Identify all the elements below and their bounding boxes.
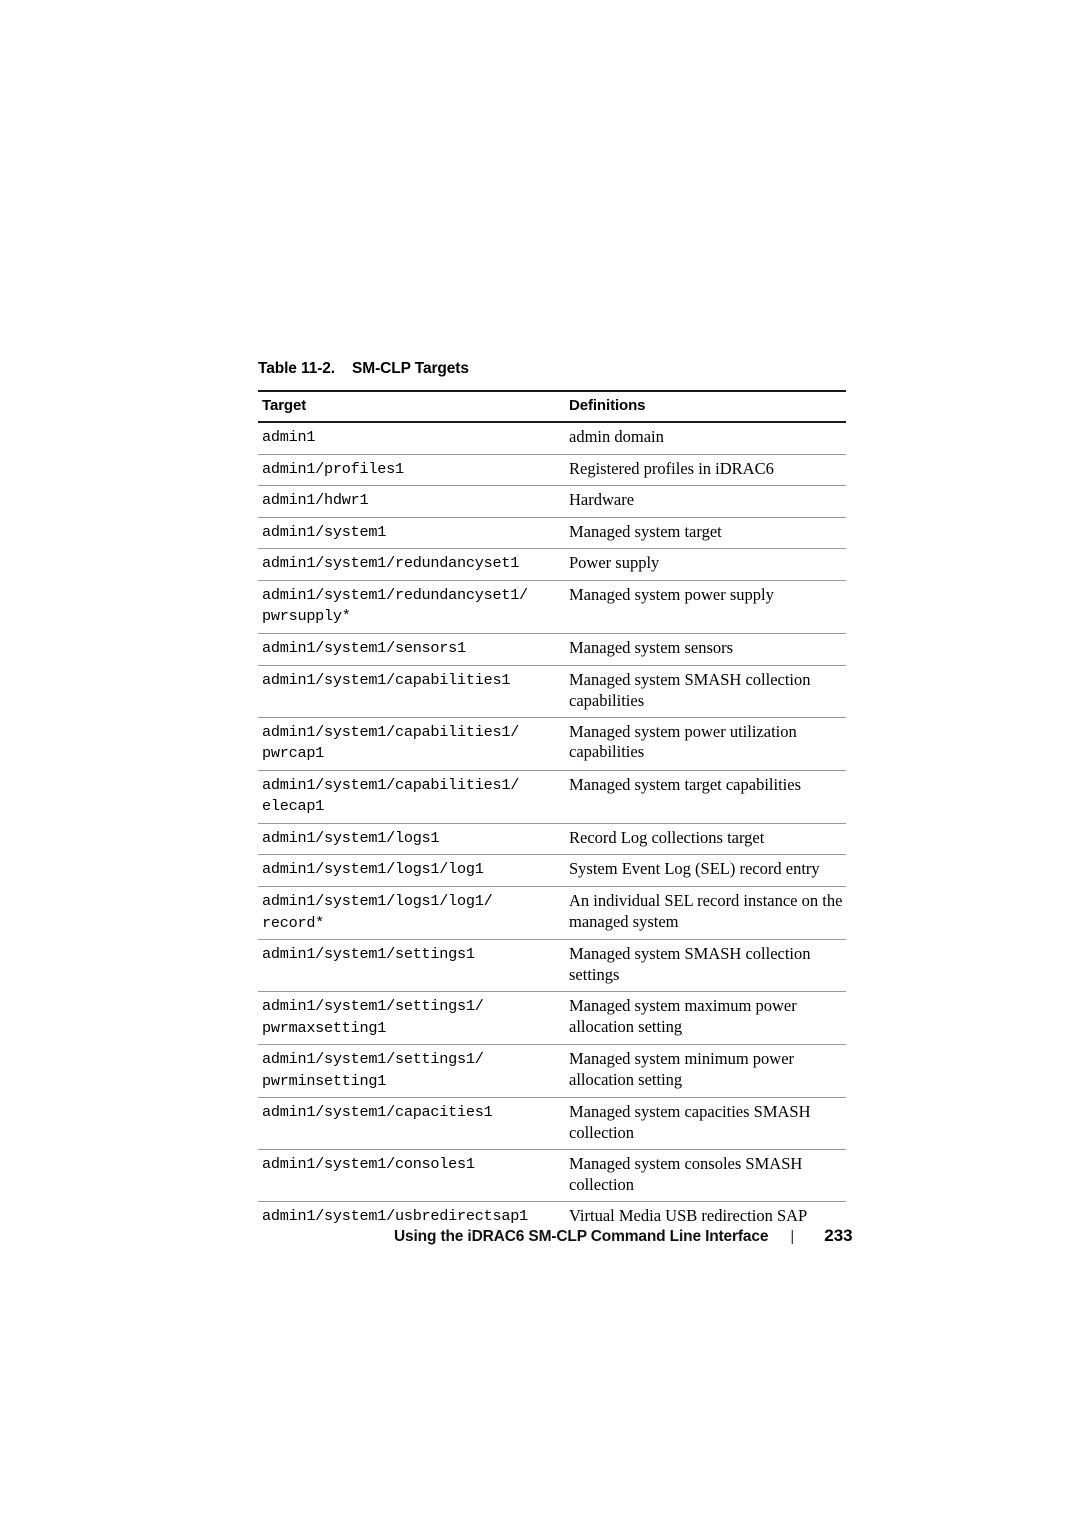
table-header: Target Definitions: [258, 390, 846, 423]
cell-definition: Managed system capacities SMASH collecti…: [565, 1097, 846, 1151]
cell-target: admin1/system1/capabilities1: [258, 665, 565, 718]
cell-target: admin1/system1/settings1/ pwrminsetting1: [258, 1044, 565, 1099]
cell-target: admin1: [258, 422, 565, 455]
cell-target: admin1/system1/redundancyset1/ pwrsupply…: [258, 580, 565, 635]
table-caption-number: Table 11-2.: [258, 360, 336, 377]
sm-clp-targets-table: Target Definitions admin1 admin domain adm…: [258, 390, 846, 1233]
table-row: admin1/system1/logs1/log1/ record* An ind…: [258, 886, 846, 941]
cell-definition: admin domain: [565, 422, 846, 455]
cell-definition: Managed system minimum power allocation …: [565, 1044, 846, 1099]
table-row: admin1/system1/settings1/ pwrmaxsetting1…: [258, 991, 846, 1046]
footer-page-number: 233: [824, 1226, 853, 1245]
cell-definition: Managed system SMASH collection settings: [565, 939, 846, 993]
table-row: admin1/profiles1 Registered profiles in i…: [258, 454, 846, 487]
cell-definition: Record Log collections target: [565, 823, 846, 856]
cell-definition: Managed system target: [565, 517, 846, 550]
column-header-definitions: Definitions: [565, 390, 846, 423]
table-row: admin1 admin domain: [258, 422, 846, 455]
table-row: admin1/system1/sensors1 Managed system se…: [258, 633, 846, 666]
cell-definition: Managed system power supply: [565, 580, 846, 635]
cell-target: admin1/system1/settings1: [258, 939, 565, 993]
cell-definition: Registered profiles in iDRAC6: [565, 454, 846, 487]
cell-definition: Managed system sensors: [565, 633, 846, 666]
cell-target: admin1/system1/logs1/log1: [258, 854, 565, 887]
table-caption: Table 11-2. SM-CLP Targets: [258, 360, 846, 378]
table-caption-title: SM-CLP Targets: [352, 360, 469, 377]
table-header-row: Target Definitions: [258, 390, 846, 423]
cell-target: admin1/system1/settings1/ pwrmaxsetting1: [258, 991, 565, 1046]
sm-clp-targets-table-block: Table 11-2. SM-CLP Targets Target Definit…: [258, 360, 846, 1233]
cell-definition: Managed system consoles SMASH collection: [565, 1149, 846, 1203]
table-row: admin1/system1/logs1 Record Log collectio…: [258, 823, 846, 856]
cell-target: admin1/system1: [258, 517, 565, 550]
cell-target: admin1/hdwr1: [258, 485, 565, 518]
cell-definition: Hardware: [565, 485, 846, 518]
cell-target: admin1/system1/sensors1: [258, 633, 565, 666]
cell-target: admin1/system1/consoles1: [258, 1149, 565, 1203]
table-row: admin1/system1/consoles1 Managed system c…: [258, 1149, 846, 1203]
table-body: admin1 admin domain admin1/profiles1 Regist…: [258, 422, 846, 1233]
cell-target: admin1/profiles1: [258, 454, 565, 487]
cell-definition: An individual SEL record instance on the…: [565, 886, 846, 941]
footer-chapter-title: Using the iDRAC6 SM-CLP Command Line Int…: [394, 1228, 769, 1245]
cell-target: admin1/system1/capabilities1/ elecap1: [258, 770, 565, 824]
table-row: admin1/system1/capabilities1/ pwrcap1 Man…: [258, 717, 846, 771]
table-row: admin1/system1/redundancyset1 Power suppl…: [258, 548, 846, 581]
cell-definition: System Event Log (SEL) record entry: [565, 854, 846, 887]
footer-inner: Using the iDRAC6 SM-CLP Command Line Int…: [394, 1226, 853, 1246]
cell-definition: Managed system target capabilities: [565, 770, 846, 824]
cell-definition: Power supply: [565, 548, 846, 581]
table-row: admin1/system1/capabilities1 Managed syst…: [258, 665, 846, 718]
table-row: admin1/system1/logs1/log1 System Event Lo…: [258, 854, 846, 887]
cell-target: admin1/system1/capabilities1/ pwrcap1: [258, 717, 565, 771]
table-row: admin1/system1 Managed system target: [258, 517, 846, 550]
cell-definition: Managed system SMASH collection capabili…: [565, 665, 846, 718]
table-row: admin1/system1/capabilities1/ elecap1 Man…: [258, 770, 846, 824]
table-row: admin1/hdwr1 Hardware: [258, 485, 846, 518]
cell-definition: Managed system maximum power allocation …: [565, 991, 846, 1046]
cell-definition: Managed system power utilization capabil…: [565, 717, 846, 771]
cell-target: admin1/system1/logs1: [258, 823, 565, 856]
cell-target: admin1/system1/capacities1: [258, 1097, 565, 1151]
page-footer: Using the iDRAC6 SM-CLP Command Line Int…: [0, 1226, 1080, 1252]
footer-separator: |: [790, 1228, 795, 1245]
column-header-target: Target: [258, 390, 565, 423]
document-page: Table 11-2. SM-CLP Targets Target Definit…: [0, 0, 1080, 1527]
cell-target: admin1/system1/logs1/log1/ record*: [258, 886, 565, 941]
table-row: admin1/system1/settings1 Managed system S…: [258, 939, 846, 993]
table-row: admin1/system1/capacities1 Managed system…: [258, 1097, 846, 1151]
table-row: admin1/system1/settings1/ pwrminsetting1…: [258, 1044, 846, 1099]
table-row: admin1/system1/redundancyset1/ pwrsupply…: [258, 580, 846, 635]
cell-target: admin1/system1/redundancyset1: [258, 548, 565, 581]
